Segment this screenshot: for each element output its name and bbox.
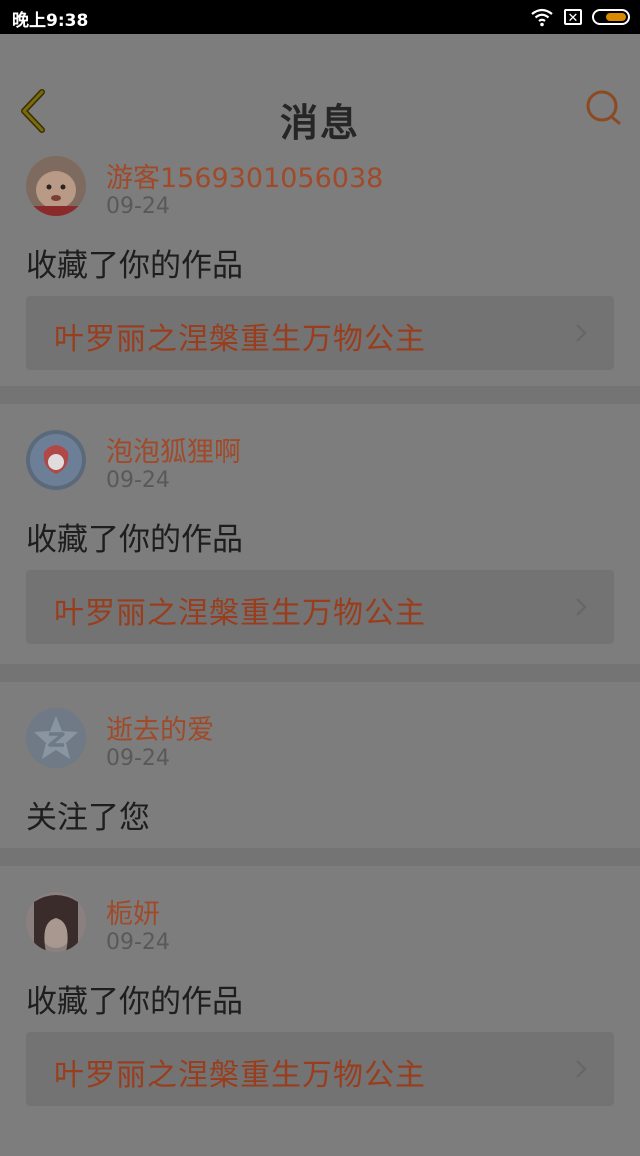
- work-title: 叶罗丽之涅槃重生万物公主: [54, 322, 426, 357]
- app-header: 消息: [0, 34, 640, 148]
- no-sim-icon: ✕: [564, 9, 582, 26]
- avatar[interactable]: [26, 892, 86, 952]
- message-list: 游客1569301056038 09-24 收藏了你的作品 叶罗丽之涅槃重生万物…: [0, 148, 640, 1156]
- message-action: 收藏了你的作品: [26, 248, 243, 284]
- message-date: 09-24: [106, 194, 170, 219]
- divider: [0, 386, 640, 404]
- work-link[interactable]: 叶罗丽之涅槃重生万物公主: [26, 1032, 614, 1106]
- status-icons: ✕: [530, 6, 630, 28]
- page-title: 消息: [279, 101, 360, 145]
- chevron-right-icon: [576, 324, 587, 342]
- baby-avatar-image: [26, 156, 86, 216]
- message-item[interactable]: 游客1569301056038 09-24 收藏了你的作品 叶罗丽之涅槃重生万物…: [0, 148, 640, 386]
- work-title: 叶罗丽之涅槃重生万物公主: [54, 1058, 426, 1093]
- battery-level: [606, 13, 626, 21]
- message-action: 关注了您: [26, 800, 150, 836]
- username[interactable]: 逝去的爱: [106, 708, 214, 747]
- divider: [0, 848, 640, 866]
- girl-avatar-image: [26, 892, 86, 952]
- work-title: 叶罗丽之涅槃重生万物公主: [54, 596, 426, 631]
- username[interactable]: 游客1569301056038: [106, 156, 383, 195]
- status-time: 晚上9:38: [12, 11, 89, 31]
- message-action: 收藏了你的作品: [26, 984, 243, 1020]
- fox-avatar-image: [26, 430, 86, 490]
- battery-icon: [592, 9, 630, 25]
- username[interactable]: 泡泡狐狸啊: [106, 430, 241, 469]
- message-action: 收藏了你的作品: [26, 522, 243, 558]
- search-icon[interactable]: [584, 88, 624, 128]
- chevron-right-icon: [576, 598, 587, 616]
- wifi-icon: [531, 8, 553, 27]
- work-link[interactable]: 叶罗丽之涅槃重生万物公主: [26, 296, 614, 370]
- work-link[interactable]: 叶罗丽之涅槃重生万物公主: [26, 570, 614, 644]
- avatar[interactable]: [26, 156, 86, 216]
- avatar[interactable]: [26, 430, 86, 490]
- message-item[interactable]: 逝去的爱 09-24 关注了您: [0, 682, 640, 848]
- message-date: 09-24: [106, 930, 170, 955]
- message-item[interactable]: 栀妍 09-24 收藏了你的作品 叶罗丽之涅槃重生万物公主: [0, 866, 640, 1156]
- status-bar: 晚上9:38 ✕: [0, 0, 640, 34]
- message-item[interactable]: 泡泡狐狸啊 09-24 收藏了你的作品 叶罗丽之涅槃重生万物公主: [0, 404, 640, 664]
- default-avatar-icon: [26, 708, 86, 768]
- message-date: 09-24: [106, 468, 170, 493]
- message-date: 09-24: [106, 746, 170, 771]
- username[interactable]: 栀妍: [106, 892, 160, 931]
- avatar[interactable]: [26, 708, 86, 768]
- divider: [0, 664, 640, 682]
- chevron-right-icon: [576, 1060, 587, 1078]
